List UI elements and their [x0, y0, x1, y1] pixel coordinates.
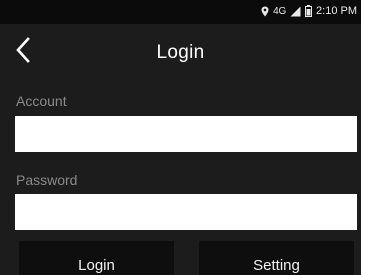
password-input[interactable]	[15, 194, 357, 230]
status-icons: 4G 2:10 PM	[261, 5, 357, 17]
location-icon	[261, 6, 269, 16]
status-bar: 4G 2:10 PM	[0, 0, 361, 24]
page-title: Login	[156, 42, 205, 63]
login-button-label: Login	[78, 257, 115, 274]
app-screen: 4G 2:10 PM Login Account Password Login …	[0, 0, 361, 275]
account-input[interactable]	[15, 116, 357, 152]
password-label: Password	[16, 172, 78, 188]
app-bar: Login	[0, 24, 361, 78]
signal-icon	[290, 6, 301, 16]
account-label: Account	[16, 93, 67, 109]
setting-button[interactable]: Setting	[199, 241, 354, 275]
setting-button-label: Setting	[253, 257, 300, 274]
network-type: 4G	[273, 5, 287, 17]
status-time: 2:10 PM	[316, 5, 357, 17]
battery-icon	[305, 5, 313, 17]
login-button[interactable]: Login	[19, 241, 174, 275]
